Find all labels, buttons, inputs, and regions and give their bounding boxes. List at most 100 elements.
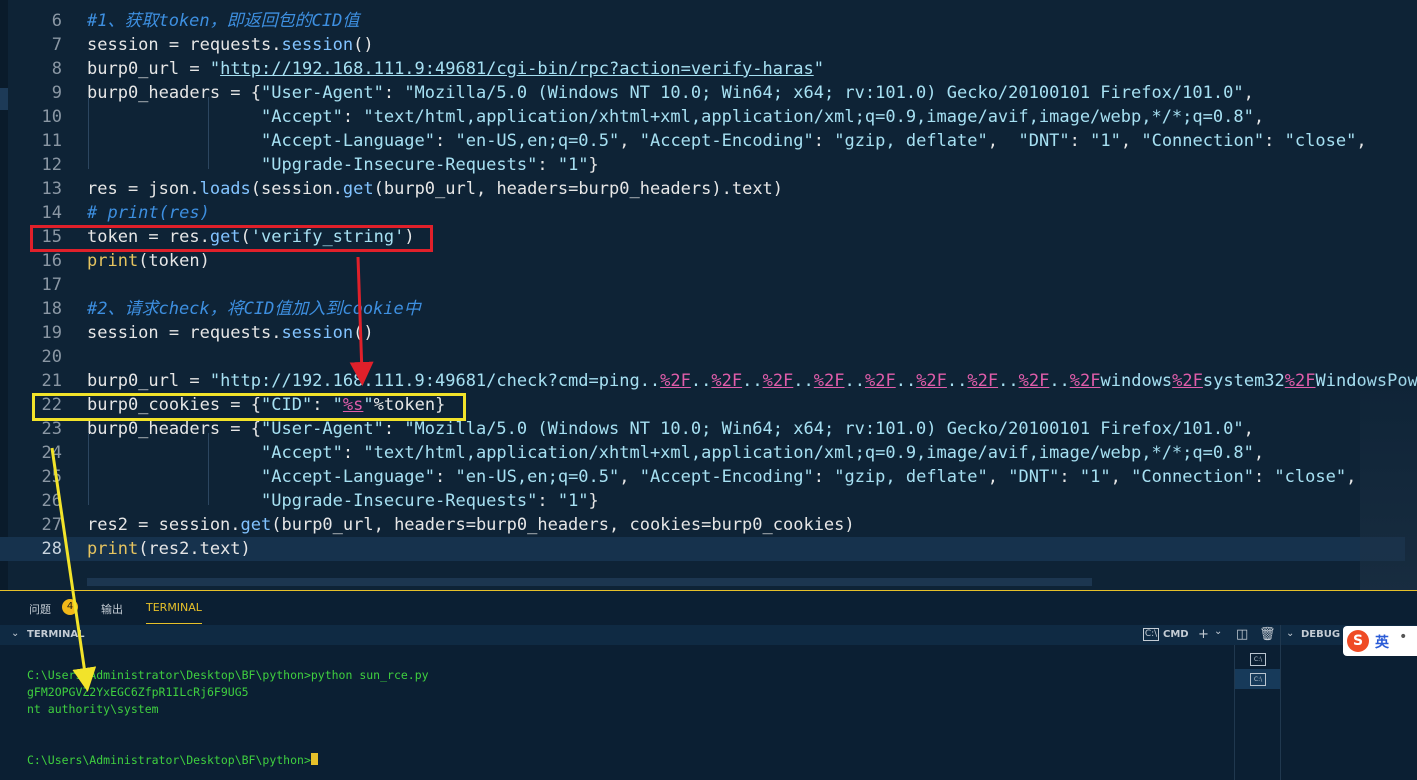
code-line[interactable]: 8 burp0_url = "http://192.168.111.9:49681… [0,57,1405,81]
code-line[interactable]: 13 res = json.loads(session.get(burp0_url… [0,177,1405,201]
line-number: 13 [41,179,62,199]
indent-guide [208,433,209,505]
code-text[interactable]: # print(res) [87,201,210,225]
line-number: 18 [41,299,62,319]
line-number: 27 [41,515,62,535]
line-number: 12 [41,155,62,175]
code-text[interactable]: "Accept-Language": "en-US,en;q=0.5", "Ac… [87,129,1367,153]
code-line[interactable]: 28 print(res2.text) [0,537,1405,561]
line-number: 26 [41,491,62,511]
terminal-instances-list: C:\ C:\ [1234,645,1281,780]
line-number: 15 [41,227,62,247]
code-text[interactable]: burp0_headers = {"User-Agent": "Mozilla/… [87,81,1254,105]
line-number: 23 [41,419,62,439]
code-line[interactable]: 20 [0,345,1405,369]
problems-count-badge: 4 [62,599,78,615]
chevron-down-icon[interactable]: ⌄ [1214,626,1222,637]
code-line[interactable]: 6 #1、获取token，即返回包的CID值 [0,9,1405,33]
line-number: 28 [41,539,62,559]
code-line[interactable]: 7 session = requests.session() [0,33,1405,57]
terminal-prompt-line[interactable]: C:\Users\Administrator\Desktop\BF\python… [27,753,318,767]
code-line[interactable]: 27 res2 = session.get(burp0_url, headers=… [0,513,1405,537]
indent-guide [88,433,89,505]
terminal-instance-icon: C:\ [1250,673,1266,686]
indent-guide [208,97,209,169]
code-line[interactable]: 12 "Upgrade-Insecure-Requests": "1"} [0,153,1405,177]
code-line[interactable]: 16 print(token) [0,249,1405,273]
sogou-logo-icon: S [1347,630,1369,652]
code-line[interactable]: 18 #2、请求check，将CID值加入到cookie中 [0,297,1405,321]
code-text[interactable]: burp0_cookies = {"CID": "%s"%token} [87,393,445,417]
code-line[interactable]: 17 [0,273,1405,297]
code-line[interactable]: 24 "Accept": "text/html,application/xhtm… [0,441,1405,465]
code-text[interactable]: burp0_headers = {"User-Agent": "Mozilla/… [87,417,1254,441]
code-line[interactable]: 9 burp0_headers = {"User-Agent": "Mozilla… [0,81,1405,105]
terminal-line: C:\Users\Administrator\Desktop\BF\python… [27,668,429,682]
terminal-shell-icon: C:\ [1143,628,1159,641]
code-text[interactable]: print(token) [87,249,210,273]
line-number: 19 [41,323,62,343]
bottom-panel: 问题 4 输出 TERMINAL ⌄ TERMINAL C:\ CMD + ⌄ … [0,590,1417,780]
trash-icon[interactable]: 🗑 [1259,627,1276,642]
terminal-instance-selected[interactable]: C:\ [1235,669,1281,689]
line-number: 22 [41,395,62,415]
code-line[interactable]: 10 "Accept": "text/html,application/xhtm… [0,105,1405,129]
terminal-prompt: C:\Users\Administrator\Desktop\BF\python… [27,753,311,767]
indent-guide [88,97,89,169]
line-number: 6 [51,11,62,31]
code-text[interactable]: token = res.get('verify_string') [87,225,415,249]
horizontal-scrollbar[interactable] [87,578,1092,586]
panel-tabs: 问题 4 输出 TERMINAL [0,591,1417,625]
line-number: 24 [41,443,62,463]
code-editor[interactable]: 6 #1、获取token，即返回包的CID值 7 session = requests… [0,0,1417,590]
chevron-down-icon[interactable]: ⌄ [1286,628,1294,639]
code-line[interactable]: 22 burp0_cookies = {"CID": "%s"%token} [0,393,1405,417]
shell-label[interactable]: CMD [1163,629,1189,640]
line-number: 11 [41,131,62,151]
code-line[interactable]: 26 "Upgrade-Insecure-Requests": "1"} [0,489,1405,513]
code-text[interactable]: "Accept": "text/html,application/xhtml+x… [87,441,1264,465]
line-number: 17 [41,275,62,295]
minimap [1360,360,1417,590]
tab-output[interactable]: 输出 [101,601,123,617]
code-text[interactable]: print(res2.text) [87,537,251,561]
code-text[interactable]: #1、获取token，即返回包的CID值 [87,9,359,33]
tab-terminal[interactable]: TERMINAL [146,601,202,624]
debug-console[interactable] [1280,645,1417,780]
code-text[interactable]: "Accept": "text/html,application/xhtml+x… [87,105,1264,129]
code-line[interactable]: 21 burp0_url = "http://192.168.111.9:4968… [0,369,1417,393]
line-number: 20 [41,347,62,367]
code-text[interactable]: #2、请求check，将CID值加入到cookie中 [87,297,421,321]
line-number: 8 [51,59,62,79]
code-line[interactable]: 14 # print(res) [0,201,1405,225]
line-number: 21 [41,371,62,391]
code-line[interactable]: 19 session = requests.session() [0,321,1405,345]
terminal-header-label: TERMINAL [27,629,85,640]
code-text[interactable]: res = json.loads(session.get(burp0_url, … [87,177,783,201]
tab-problems[interactable]: 问题 [29,601,51,617]
plus-icon[interactable]: + [1198,627,1209,642]
code-text[interactable]: res2 = session.get(burp0_url, headers=bu… [87,513,855,537]
split-terminal-icon[interactable]: ◫ [1236,627,1248,642]
code-text[interactable]: burp0_url = "http://192.168.111.9:49681/… [87,369,1417,393]
chevron-down-icon[interactable]: ⌄ [11,628,19,639]
code-text[interactable]: "Accept-Language": "en-US,en;q=0.5", "Ac… [87,465,1356,489]
code-line[interactable]: 23 burp0_headers = {"User-Agent": "Mozill… [0,417,1405,441]
code-text[interactable]: burp0_url = "http://192.168.111.9:49681/… [87,57,824,81]
code-text[interactable]: session = requests.session() [87,321,374,345]
code-line[interactable]: 15 token = res.get('verify_string') [0,225,1405,249]
ime-dot: • [1399,629,1408,645]
code-text[interactable]: session = requests.session() [87,33,374,57]
ime-language-label[interactable]: 英 [1375,632,1389,652]
code-line[interactable]: 25 "Accept-Language": "en-US,en;q=0.5", … [0,465,1405,489]
terminal-output[interactable]: C:\Users\Administrator\Desktop\BF\python… [0,645,1234,780]
code-text[interactable]: "Upgrade-Insecure-Requests": "1"} [87,489,599,513]
terminal-cursor [310,753,318,765]
line-number: 7 [51,35,62,55]
line-number: 14 [41,203,62,223]
code-text[interactable]: "Upgrade-Insecure-Requests": "1"} [87,153,599,177]
code-line[interactable]: 11 "Accept-Language": "en-US,en;q=0.5", … [0,129,1405,153]
terminal-line: gFM2OPGVZ2YxEGC6ZfpR1ILcRj6F9UG5 [27,685,249,699]
terminal-instance[interactable]: C:\ [1235,649,1281,669]
ime-toolbar[interactable]: S 英 • [1343,626,1417,656]
